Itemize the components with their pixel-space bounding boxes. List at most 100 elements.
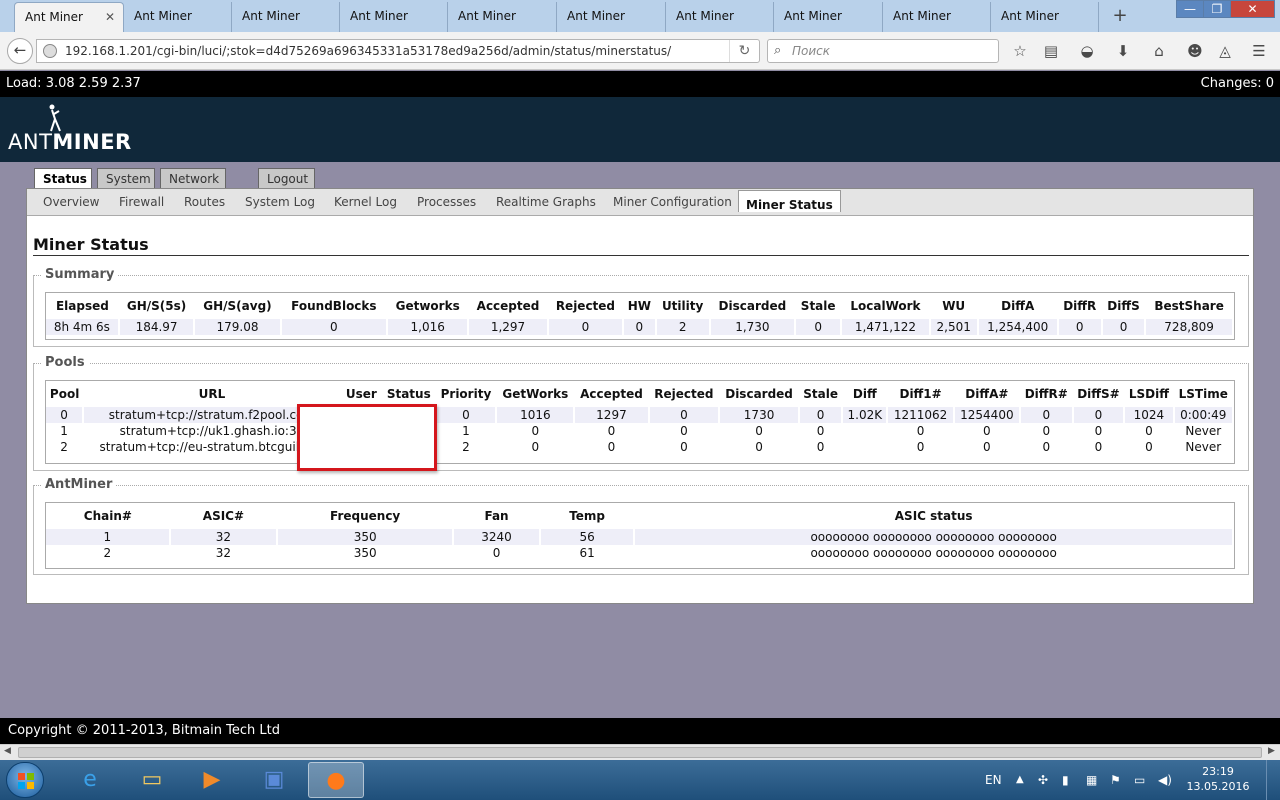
tab-logout[interactable]: Logout [258,168,315,190]
table-cell: 0 [623,319,657,335]
scroll-left-icon[interactable]: ◀ [4,746,11,756]
browser-tab[interactable]: Ant Miner [448,2,557,32]
globe-icon [43,44,57,58]
search-bar[interactable]: ⌕ Поиск [767,39,999,63]
tab-status[interactable]: Status [34,168,92,190]
table-cell: 0 [648,407,721,423]
column-header: WU [942,299,966,313]
subtab-miner-configuration[interactable]: Miner Configuration [613,195,732,209]
status-sub-tabs: Overview Firewall Routes System Log Kern… [27,189,1253,216]
column-header: Rejected [555,299,616,313]
browser-tab[interactable]: Ant Miner [557,2,666,32]
new-tab-button[interactable]: + [1108,2,1132,30]
subtab-system-log[interactable]: System Log [245,195,315,209]
table-cell: 0 [1020,423,1074,439]
subtab-miner-status[interactable]: Miner Status [738,190,841,212]
flag-alert-icon[interactable]: ⚑ [1110,760,1121,800]
browser-tab[interactable]: Ant Miner [774,2,883,32]
tray-expand-icon[interactable]: ▲ [1016,760,1024,800]
column-header: Getworks [395,299,460,313]
table-cell: 32 [169,529,279,545]
scrollbar-thumb[interactable] [18,747,1262,758]
reading-list-icon[interactable]: ▤ [1040,41,1062,63]
horizontal-scrollbar[interactable]: ◀ ▶ [0,744,1280,760]
address-bar[interactable]: 192.168.1.201/cgi-bin/luci/;stok=d4d7526… [36,39,760,63]
pools-header-row: Pool URL User Status Priority GetWorks Accepte… [46,381,1233,407]
bookmark-star-icon[interactable]: ☆ [1009,41,1031,63]
url-text[interactable]: 192.168.1.201/cgi-bin/luci/;stok=d4d7526… [65,44,671,58]
column-header: GH/S(avg) [203,299,272,313]
system-clock[interactable]: 23:19 13.05.2016 [1186,764,1250,794]
browser-tab-active[interactable]: Ant Miner ✕ [14,2,124,32]
pool-row: 2stratum+tcp://eu-stratum.btcguild.coant… [46,439,1235,455]
show-desktop-button[interactable] [1266,760,1280,800]
windows-taskbar: e ▭ ▶ ▣ ● EN ▲ ✣ ▮ ▦ ⚑ ▭ ◀) 23:19 13.05.… [0,760,1280,800]
subtab-routes[interactable]: Routes [184,195,225,209]
media-player-icon[interactable]: ▶ [184,762,240,798]
network-tray-icon[interactable]: ✣ [1038,760,1048,800]
table-cell: 0 [719,423,801,439]
column-header: DiffR [1063,299,1097,313]
minimize-button[interactable]: — [1176,0,1204,18]
column-header: Elapsed [55,299,109,313]
tab-status-label: Status [43,172,87,186]
home-icon[interactable]: ⌂ [1148,41,1170,63]
browser-tab[interactable]: Ant Miner [124,2,232,32]
copyright-text: Copyright © 2011-2013, Bitmain Tech Ltd [8,723,280,738]
table-cell: 0 [1124,439,1175,455]
subtab-kernel-log[interactable]: Kernel Log [334,195,397,209]
browser-tab[interactable]: Ant Miner [232,2,340,32]
volume-icon[interactable]: ◀) [1158,760,1172,800]
close-tab-icon[interactable]: ✕ [105,3,115,31]
menu-hamburger-icon[interactable]: ☰ [1248,41,1270,63]
download-arrow-icon[interactable]: ⬇ [1112,41,1134,63]
pools-body: 0stratum+tcp://stratum.f2pool.com.ant1Al… [46,407,1235,455]
subtab-processes[interactable]: Processes [417,195,476,209]
sync-icon[interactable]: ◬ [1214,41,1236,63]
table-cell: 350 [277,529,455,545]
pending-changes[interactable]: Changes: 0 [1201,71,1274,97]
browser-navigation-bar: ← 192.168.1.201/cgi-bin/luci/;stok=d4d75… [0,32,1280,70]
summary-data-row: 8h 4m 6s 184.97 179.08 0 1,016 1,297 0 0 2 1,730 0… [46,319,1234,335]
start-button[interactable] [6,762,44,798]
table-cell: 0 [1020,407,1074,423]
summary-table: Elapsed GH/S(5s) GH/S(avg) FoundBlocks Getwo… [46,293,1234,335]
window-close-button[interactable]: ✕ [1230,0,1275,18]
monitor-tray-icon[interactable]: ▭ [1134,760,1145,800]
maximize-button[interactable]: ❐ [1203,0,1231,18]
windows-tray-icon[interactable]: ▦ [1086,760,1097,800]
table-cell: 0 [1020,439,1074,455]
table-cell: 2,501 [929,319,979,335]
reload-icon[interactable]: ↻ [729,40,759,62]
search-placeholder[interactable]: Поиск [792,44,830,58]
device-tray-icon[interactable]: ▮ [1062,760,1069,800]
tab-network[interactable]: Network [160,168,226,190]
back-arrow-icon[interactable]: ← [7,38,33,64]
file-explorer-icon[interactable]: ▭ [124,762,180,798]
pool-row: 1stratum+tcp://uk1.ghash.io:33ant1Dead10… [46,423,1235,439]
save-disk-icon[interactable]: ▣ [246,762,302,798]
language-indicator[interactable]: EN [985,760,1002,800]
table-cell: 0 [1101,319,1147,335]
browser-tab[interactable]: Ant Miner [991,2,1099,32]
browser-tab[interactable]: Ant Miner [340,2,448,32]
column-header: DiffS# [1077,387,1120,401]
pocket-icon[interactable]: ◒ [1076,41,1098,63]
content-panel: Overview Firewall Routes System Log Kern… [26,188,1254,604]
chat-icon[interactable]: ☻ [1184,41,1206,63]
subtab-overview[interactable]: Overview [43,195,100,209]
table-cell: 1 [46,529,171,545]
browser-tab[interactable]: Ant Miner [666,2,774,32]
tab-system[interactable]: System [97,168,155,190]
browser-tab[interactable]: Ant Miner [883,2,991,32]
table-cell: 184.97 [118,319,196,335]
summary-table-frame: Elapsed GH/S(5s) GH/S(avg) FoundBlocks Getwo… [45,292,1235,340]
table-cell: 56 [539,529,636,545]
subtab-realtime-graphs[interactable]: Realtime Graphs [496,195,596,209]
table-cell: 1016 [496,407,576,423]
scroll-right-icon[interactable]: ▶ [1268,746,1275,756]
firefox-icon[interactable]: ● [308,762,364,798]
subtab-firewall[interactable]: Firewall [119,195,164,209]
internet-explorer-icon[interactable]: e [62,762,118,798]
tab-label: Ant Miner [134,9,192,23]
